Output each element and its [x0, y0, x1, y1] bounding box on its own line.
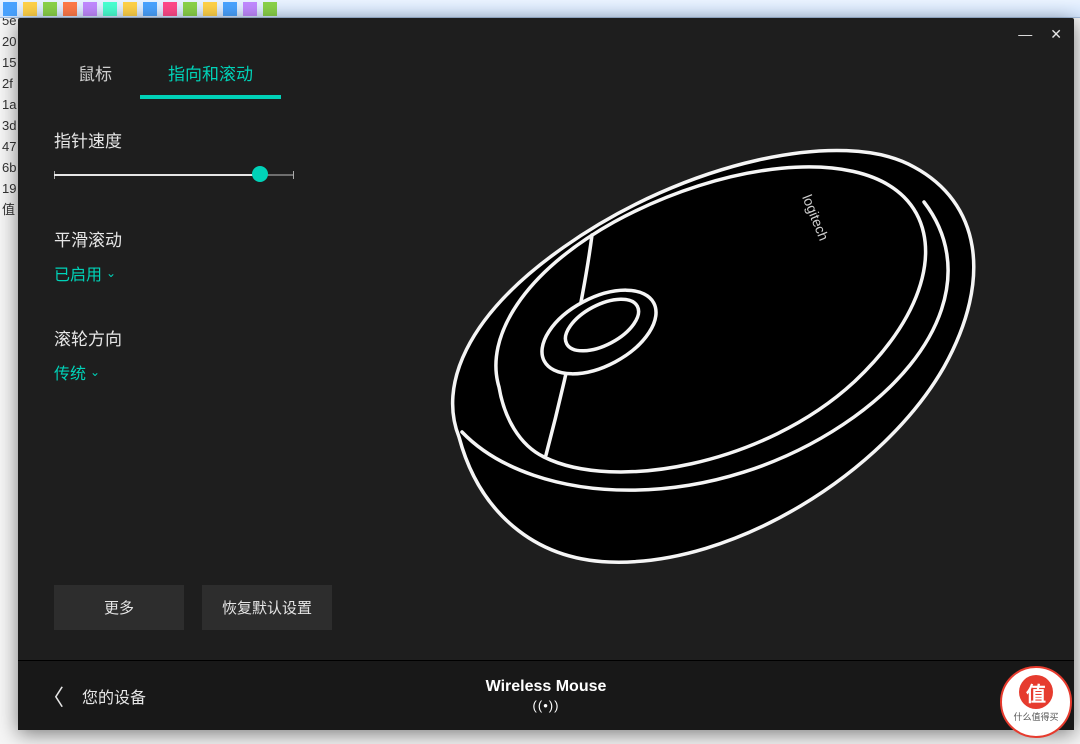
wheel-dir-label: 滚轮方向	[54, 325, 354, 350]
wireless-signal-icon: ((•))	[486, 698, 607, 713]
badge-text: 什么值得买	[1013, 710, 1058, 723]
back-label: 您的设备	[82, 684, 146, 708]
mouse-illustration-area: logitech	[354, 127, 1062, 648]
chevron-down-icon: ⌄	[106, 266, 116, 280]
titlebar: — ✕	[18, 18, 1074, 50]
background-toolbar	[0, 0, 1080, 18]
pointer-speed-slider[interactable]	[54, 162, 294, 186]
smooth-scroll-dropdown[interactable]: 已启用 ⌄	[54, 261, 116, 285]
tab-mouse[interactable]: 鼠标	[50, 50, 140, 99]
minimize-button[interactable]: —	[1018, 26, 1032, 42]
mouse-illustration: logitech	[384, 87, 1024, 627]
chevron-left-icon: 〈	[42, 680, 64, 712]
logitech-options-window: — ✕ 鼠标 指向和滚动 指针速度 平滑滚动 已启用 ⌄	[18, 18, 1074, 730]
wheel-dir-dropdown[interactable]: 传统 ⌄	[54, 360, 100, 384]
content-area: 指针速度 平滑滚动 已启用 ⌄ 滚轮方向 传统 ⌄	[18, 99, 1074, 660]
back-button[interactable]: 〈 您的设备	[42, 680, 146, 712]
chevron-down-icon: ⌄	[90, 365, 100, 379]
slider-thumb[interactable]	[252, 166, 268, 182]
setting-pointer-speed: 指针速度	[54, 127, 354, 186]
slider-fill	[54, 174, 260, 176]
more-button[interactable]: 更多	[54, 585, 184, 630]
tab-point-scroll[interactable]: 指向和滚动	[140, 50, 281, 99]
footer-device-info: Wireless Mouse ((•))	[486, 678, 607, 713]
footer-bar: 〈 您的设备 Wireless Mouse ((•))	[18, 660, 1074, 730]
setting-smooth-scroll: 平滑滚动 已启用 ⌄	[54, 226, 354, 285]
pointer-speed-label: 指针速度	[54, 127, 354, 152]
smzdm-watermark: 值 什么值得买	[1000, 666, 1072, 738]
setting-wheel-direction: 滚轮方向 传统 ⌄	[54, 325, 354, 384]
settings-panel: 指针速度 平滑滚动 已启用 ⌄ 滚轮方向 传统 ⌄	[54, 127, 354, 648]
device-name: Wireless Mouse	[486, 678, 607, 696]
smooth-scroll-value: 已启用	[54, 261, 102, 285]
button-row: 更多 恢复默认设置	[54, 585, 354, 648]
restore-defaults-button[interactable]: 恢复默认设置	[202, 585, 332, 630]
badge-char: 值	[1019, 675, 1053, 709]
wheel-dir-value: 传统	[54, 360, 86, 384]
close-button[interactable]: ✕	[1050, 26, 1062, 43]
smooth-scroll-label: 平滑滚动	[54, 226, 354, 251]
